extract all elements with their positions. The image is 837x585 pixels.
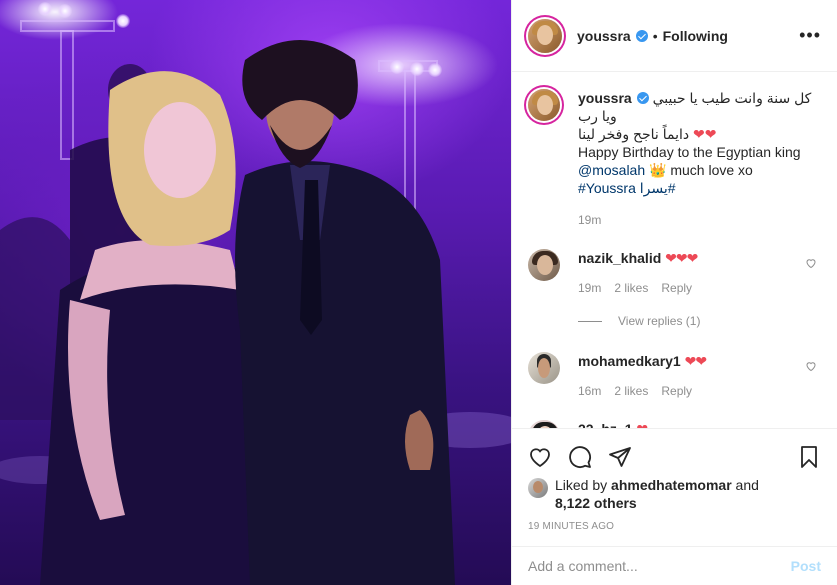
caption-arabic-line2: دايماً ناجح وفخر لينا bbox=[578, 126, 690, 142]
caption-meta: 19m bbox=[578, 211, 821, 229]
crown-emoji: 👑 bbox=[649, 162, 667, 178]
avatar-face bbox=[537, 95, 553, 115]
post-comment-button[interactable]: Post bbox=[791, 558, 821, 574]
reply-button[interactable]: Reply bbox=[661, 279, 692, 297]
caption-hearts: ❤❤ bbox=[693, 126, 717, 142]
people-illustration bbox=[0, 40, 511, 585]
commenter-avatar[interactable] bbox=[528, 249, 560, 281]
header-separator: • bbox=[652, 27, 658, 44]
verified-badge-icon bbox=[635, 29, 648, 42]
post-header: youssra • Following ••• bbox=[512, 0, 837, 72]
comment-body: nazik_khalid ❤❤❤ 19m 2 likes Reply bbox=[578, 249, 821, 297]
comment-body: 22_hz_1 ❤ bbox=[578, 420, 821, 428]
commenter-username[interactable]: mohamedkary1 bbox=[578, 353, 681, 369]
save-bookmark-icon[interactable] bbox=[797, 445, 821, 469]
more-options-icon[interactable]: ••• bbox=[799, 25, 821, 46]
caption-body: youssra كل سنة وانت طيب يا حبيبي ويا رب … bbox=[578, 89, 821, 229]
commenter-avatar[interactable] bbox=[528, 420, 560, 428]
avatar-face bbox=[538, 358, 550, 378]
avatar-face bbox=[537, 255, 553, 275]
caption-row: youssra كل سنة وانت طيب يا حبيبي ويا رب … bbox=[528, 89, 821, 229]
comment-text: ❤❤❤ bbox=[665, 250, 698, 266]
commenter-username[interactable]: nazik_khalid bbox=[578, 250, 661, 266]
avatar-face bbox=[533, 481, 543, 493]
comment-body: mohamedkary1 ❤❤ 16m 2 likes Reply bbox=[578, 352, 821, 400]
man-suit bbox=[235, 161, 455, 585]
like-comment-heart-icon[interactable] bbox=[805, 257, 817, 269]
share-plane-icon[interactable] bbox=[608, 445, 632, 469]
like-comment-heart-icon[interactable] bbox=[805, 360, 817, 372]
comment-text: ❤❤ bbox=[684, 353, 707, 369]
commenter-username[interactable]: 22_hz_1 bbox=[578, 421, 632, 428]
comment-row: nazik_khalid ❤❤❤ 19m 2 likes Reply bbox=[528, 249, 821, 297]
caption-english-line1: Happy Birthday to the Egyptian king bbox=[578, 144, 801, 160]
comments-list[interactable]: youssra كل سنة وانت طيب يا حبيبي ويا رب … bbox=[512, 73, 837, 428]
author-avatar[interactable] bbox=[528, 18, 562, 53]
likes-and: and bbox=[735, 477, 759, 493]
caption-english-line2: much love xo bbox=[666, 162, 753, 178]
comment-likes[interactable]: 2 likes bbox=[614, 279, 648, 297]
comment-time[interactable]: 16m bbox=[578, 382, 601, 400]
woman-face bbox=[144, 102, 216, 198]
instagram-post: youssra • Following ••• youssra كل سنة و… bbox=[0, 0, 837, 585]
comment-text: ❤ bbox=[636, 421, 648, 428]
like-heart-icon[interactable] bbox=[528, 445, 552, 469]
caption-username[interactable]: youssra bbox=[578, 90, 632, 106]
commenter-avatar[interactable] bbox=[528, 352, 560, 384]
hashtag-link[interactable]: #Youssra bbox=[578, 180, 636, 196]
view-replies-divider bbox=[578, 320, 602, 322]
view-replies-label: View replies (1) bbox=[618, 314, 701, 328]
comment-likes[interactable]: 2 likes bbox=[614, 382, 648, 400]
view-replies-button[interactable]: View replies (1) bbox=[578, 314, 821, 328]
mention-link[interactable]: @mosalah bbox=[578, 162, 645, 178]
post-side-panel: youssra • Following ••• youssra كل سنة و… bbox=[511, 0, 837, 585]
following-button[interactable]: Following bbox=[663, 28, 728, 44]
post-time-ago[interactable]: 19 minutes ago bbox=[528, 521, 614, 532]
caption-avatar[interactable] bbox=[528, 89, 560, 121]
comment-bubble-icon[interactable] bbox=[568, 445, 592, 469]
author-username[interactable]: youssra bbox=[577, 28, 631, 44]
comment-row: mohamedkary1 ❤❤ 16m 2 likes Reply bbox=[528, 352, 821, 400]
likes-summary: Liked by ahmedhatemomar and 8,122 others bbox=[528, 476, 821, 512]
post-photo[interactable] bbox=[0, 0, 511, 585]
liked-by-prefix: Liked by bbox=[555, 477, 608, 493]
avatar-face bbox=[537, 24, 553, 45]
comment-row: 22_hz_1 ❤ bbox=[528, 420, 821, 428]
reply-button[interactable]: Reply bbox=[661, 382, 692, 400]
likes-text: Liked by ahmedhatemomar and 8,122 others bbox=[555, 476, 759, 512]
add-comment-bar: Post bbox=[512, 546, 837, 585]
comment-meta: 19m 2 likes Reply bbox=[578, 279, 821, 297]
liker-avatar[interactable] bbox=[528, 478, 548, 498]
hashtag-link[interactable]: #يسرا bbox=[640, 180, 676, 196]
comment-meta: 16m 2 likes Reply bbox=[578, 382, 821, 400]
verified-badge-icon bbox=[636, 92, 649, 104]
add-comment-input[interactable] bbox=[528, 558, 791, 574]
caption-time[interactable]: 19m bbox=[578, 211, 601, 229]
liker-username[interactable]: ahmedhatemomar bbox=[611, 477, 732, 493]
others-count[interactable]: 8,122 others bbox=[555, 495, 637, 511]
comment-time[interactable]: 19m bbox=[578, 279, 601, 297]
